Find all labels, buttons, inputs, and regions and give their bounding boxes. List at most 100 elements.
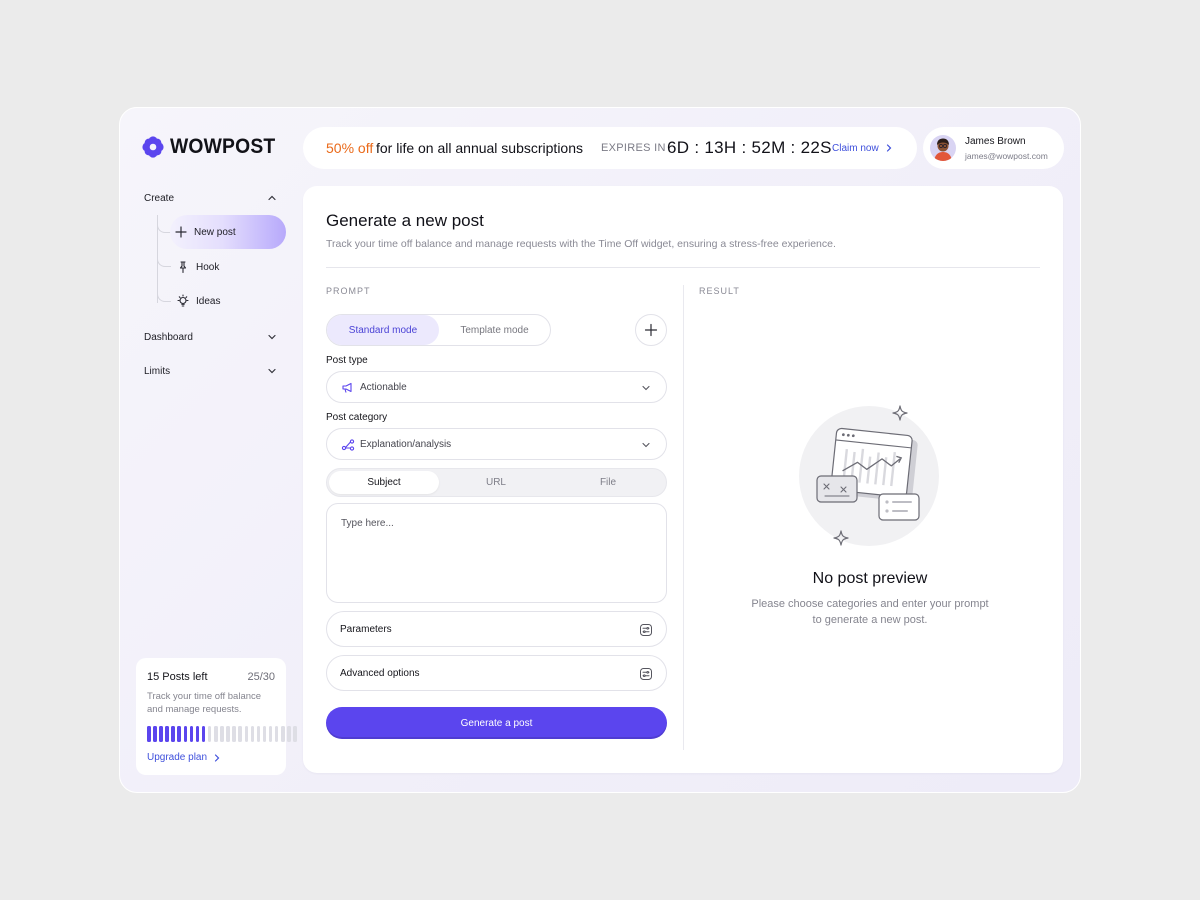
- page-subtitle: Track your time off balance and manage r…: [326, 238, 836, 250]
- nav-create[interactable]: Create: [144, 192, 278, 204]
- chevron-down-icon: [642, 385, 650, 391]
- claim-now-label: Claim now: [832, 142, 879, 154]
- usage-segment: [287, 726, 291, 742]
- chevron-down-icon: [642, 442, 650, 448]
- advanced-options-panel[interactable]: Advanced options: [326, 655, 667, 691]
- tree-branch: [157, 288, 171, 302]
- usage-segment: [220, 726, 224, 742]
- claim-now-link[interactable]: Claim now: [832, 143, 893, 154]
- usage-meter: [147, 726, 297, 742]
- tree-branch: [157, 253, 171, 267]
- post-type-label: Post type: [326, 355, 368, 366]
- nav-dashboard[interactable]: Dashboard: [144, 331, 278, 343]
- promo-discount: 50% off: [326, 140, 374, 156]
- usage-segment: [177, 726, 181, 742]
- usage-segment: [238, 726, 242, 742]
- posts-left-card: 15 Posts left 25/30 Track your time off …: [136, 658, 297, 775]
- usage-segment: [268, 726, 273, 742]
- post-category-select[interactable]: Explanation/analysis: [326, 428, 667, 460]
- chevron-down-icon: [268, 334, 276, 340]
- usage-segment: [293, 726, 297, 742]
- usage-segment: [244, 726, 248, 742]
- usage-segment: [153, 726, 157, 742]
- column-divider: [683, 285, 684, 750]
- prompt-section-label: PROMPT: [326, 286, 371, 296]
- promo-text: for life on all annual subscriptions: [376, 140, 584, 156]
- branch-icon: [341, 439, 355, 451]
- usage-segment: [232, 726, 236, 742]
- plus-icon: [644, 323, 658, 337]
- advanced-options-label: Advanced options: [340, 668, 420, 679]
- divider: [326, 267, 1040, 268]
- usage-segment: [165, 726, 169, 742]
- post-type-select[interactable]: Actionable: [326, 371, 667, 403]
- chevron-right-icon: [214, 753, 220, 762]
- empty-preview-illustration-icon: [799, 405, 939, 546]
- user-name: James Brown: [965, 136, 1026, 147]
- posts-count: 25/30: [247, 671, 275, 683]
- usage-segment: [147, 726, 151, 742]
- template-mode-button[interactable]: Template mode: [439, 315, 550, 345]
- textarea-placeholder: Type here...: [341, 518, 394, 529]
- sidebar-item-new-post[interactable]: New post: [170, 215, 286, 249]
- usage-segment: [256, 726, 261, 742]
- usage-segment: [214, 726, 218, 742]
- usage-segment: [281, 726, 285, 742]
- upgrade-plan-label: Upgrade plan: [147, 752, 208, 763]
- countdown-timer: 6D : 13H : 52M : 22S: [667, 138, 832, 157]
- user-email: james@wowpost.com: [965, 151, 1048, 161]
- post-category-label: Post category: [326, 412, 388, 423]
- post-category-value: Explanation/analysis: [360, 438, 452, 450]
- logo[interactable]: WOWPOST: [142, 135, 285, 159]
- usage-segment: [262, 726, 267, 742]
- lightbulb-icon: [177, 294, 189, 307]
- usage-segment: [274, 726, 279, 742]
- parameters-panel[interactable]: Parameters: [326, 611, 667, 647]
- usage-segment: [207, 726, 212, 742]
- input-source-tabs: Subject URL File: [326, 468, 667, 497]
- sidebar-item-label: Ideas: [196, 295, 221, 307]
- settings-toggle-icon: [640, 624, 652, 636]
- upgrade-plan-link[interactable]: Upgrade plan: [147, 752, 221, 763]
- usage-segment: [159, 726, 163, 742]
- generate-post-button[interactable]: Generate a post: [326, 707, 667, 739]
- usage-segment: [226, 726, 230, 742]
- prompt-textarea[interactable]: Type here...: [326, 503, 667, 603]
- settings-toggle-icon: [640, 668, 652, 680]
- chevron-up-icon: [268, 195, 276, 201]
- empty-state-title: No post preview: [812, 570, 928, 587]
- avatar: [930, 135, 956, 161]
- standard-mode-button[interactable]: Standard mode: [327, 315, 439, 345]
- chevron-right-icon: [886, 144, 892, 152]
- usage-segment: [189, 726, 194, 742]
- add-button[interactable]: [635, 314, 667, 346]
- tab-url[interactable]: URL: [441, 471, 551, 494]
- posts-left-description: Track your time off balance and manage r…: [147, 691, 262, 715]
- page-title: Generate a new post: [326, 211, 484, 230]
- megaphone-icon: [342, 382, 352, 393]
- chevron-down-icon: [268, 368, 276, 374]
- posts-left-title: 15 Posts left: [147, 671, 208, 683]
- pin-icon: [179, 261, 187, 274]
- nav-create-label: Create: [144, 192, 175, 204]
- sidebar-item-ideas[interactable]: Ideas: [172, 284, 220, 318]
- sidebar-item-hook[interactable]: Hook: [172, 250, 219, 284]
- plus-icon: [175, 226, 187, 238]
- tree-branch: [157, 219, 171, 233]
- usage-segment: [171, 726, 175, 742]
- nav-dashboard-label: Dashboard: [144, 331, 193, 343]
- promo-banner: 50% off for life on all annual subscript…: [303, 127, 917, 169]
- post-type-value: Actionable: [360, 381, 407, 393]
- brand-name: WOWPOST: [170, 135, 276, 158]
- tab-file[interactable]: File: [553, 471, 663, 494]
- mode-toggle: Standard mode Template mode: [326, 314, 551, 346]
- nav-limits[interactable]: Limits: [144, 365, 278, 377]
- tab-subject[interactable]: Subject: [329, 471, 439, 494]
- flower-logo-icon: [142, 136, 164, 158]
- expires-label: EXPIRES IN: [601, 142, 666, 154]
- usage-segment: [183, 726, 188, 742]
- result-section-label: RESULT: [699, 286, 740, 296]
- empty-state-description: Please choose categories and enter your …: [751, 598, 989, 626]
- parameters-label: Parameters: [340, 624, 392, 635]
- user-profile[interactable]: James Brown james@wowpost.com: [923, 127, 1064, 169]
